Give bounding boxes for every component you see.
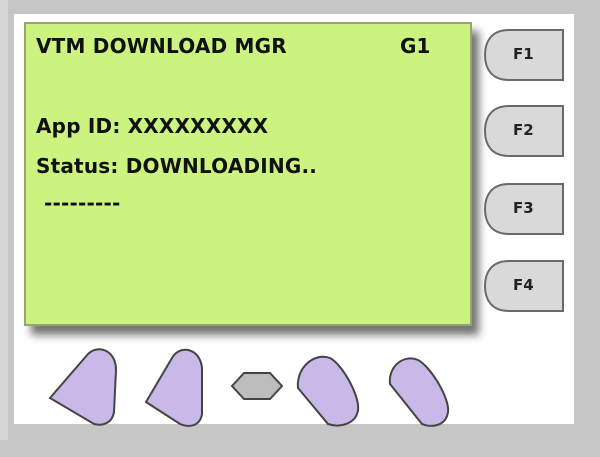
lcd-display: VTM DOWNLOAD MGR G1 App ID: XXXXXXXXX St… bbox=[24, 22, 472, 326]
f4-key[interactable]: F4 bbox=[483, 259, 567, 313]
status-line: Status: DOWNLOADING.. bbox=[36, 154, 318, 178]
soft-key-center[interactable] bbox=[230, 372, 284, 400]
progress-line: --------- bbox=[44, 191, 121, 215]
f3-key-label: F3 bbox=[513, 199, 534, 217]
soft-key-4[interactable] bbox=[388, 357, 450, 427]
display-group-tag: G1 bbox=[400, 34, 431, 58]
f1-key[interactable]: F1 bbox=[483, 28, 567, 82]
f2-key[interactable]: F2 bbox=[483, 104, 567, 158]
soft-key-row bbox=[48, 348, 450, 427]
soft-key-1[interactable] bbox=[48, 348, 118, 426]
left-edge bbox=[0, 0, 8, 457]
f2-key-label: F2 bbox=[513, 121, 534, 139]
f1-key-label: F1 bbox=[513, 45, 534, 63]
app-id-line: App ID: XXXXXXXXX bbox=[36, 114, 269, 138]
soft-key-2[interactable] bbox=[144, 348, 203, 427]
soft-key-3[interactable] bbox=[296, 355, 360, 427]
display-title: VTM DOWNLOAD MGR bbox=[36, 34, 287, 58]
bottom-edge bbox=[0, 440, 600, 457]
f4-key-label: F4 bbox=[513, 276, 534, 294]
f3-key[interactable]: F3 bbox=[483, 182, 567, 236]
